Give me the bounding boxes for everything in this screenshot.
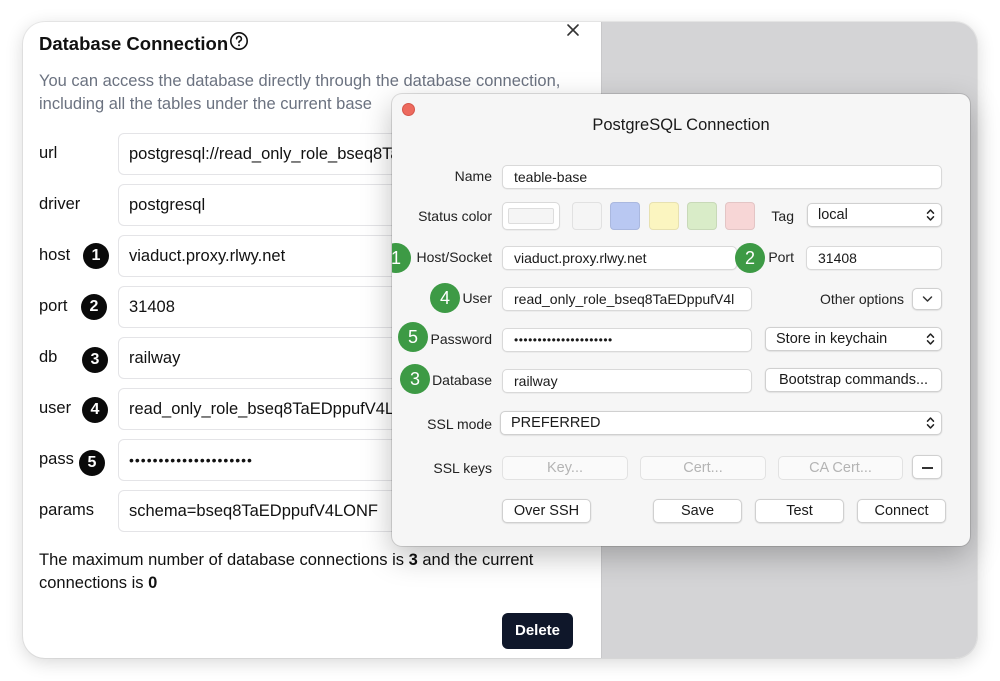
step-badge-2: 2 <box>81 294 107 320</box>
connect-button[interactable]: Connect <box>857 499 946 523</box>
pass-label: pass <box>39 450 74 468</box>
tag-select-value: local <box>818 207 848 223</box>
step-badge-3: 3 <box>82 347 108 373</box>
user-label: User <box>462 290 492 306</box>
current-connections-value: 0 <box>148 574 158 592</box>
up-down-chevron-icon <box>926 209 935 221</box>
db-label: db <box>39 348 58 366</box>
step-badge-4: 4 <box>82 397 108 423</box>
keychain-select-value: Store in keychain <box>776 331 888 347</box>
color-swatch-gray[interactable] <box>572 202 602 230</box>
driver-field[interactable]: postgresql <box>118 184 418 226</box>
over-ssh-button[interactable]: Over SSH <box>502 499 591 523</box>
tag-select[interactable]: local <box>807 203 942 227</box>
dialog-title: PostgreSQL Connection <box>592 116 770 134</box>
ssl-mode-select-value: PREFERRED <box>511 415 601 431</box>
pass-field[interactable]: ••••••••••••••••••••• <box>118 439 418 481</box>
database-label: Database <box>432 372 492 388</box>
step-badge-green-2: 2 <box>735 243 765 273</box>
user-input[interactable]: read_only_role_bseq8TaEDppufV4l <box>502 287 752 311</box>
max-connections-value: 3 <box>408 551 418 569</box>
delete-button[interactable]: Delete <box>502 613 573 649</box>
test-button[interactable]: Test <box>755 499 844 523</box>
save-button[interactable]: Save <box>653 499 742 523</box>
bootstrap-commands-button[interactable]: Bootstrap commands... <box>765 368 942 392</box>
db-field[interactable]: railway <box>118 337 418 379</box>
ssl-key-button[interactable]: Key... <box>502 456 628 480</box>
minus-icon <box>922 467 933 469</box>
database-input[interactable]: railway <box>502 369 752 393</box>
color-swatch-red[interactable] <box>725 202 755 230</box>
panel-title: Database Connection <box>39 33 229 54</box>
host-field[interactable]: viaduct.proxy.rlwy.net <box>118 235 418 277</box>
url-field[interactable]: postgresql://read_only_role_bseq8TaEDppu… <box>118 133 418 175</box>
remove-ssl-keys-button[interactable] <box>912 455 942 479</box>
ssl-mode-select[interactable]: PREFERRED <box>500 411 942 435</box>
host-label: host <box>39 246 71 264</box>
ssl-keys-label: SSL keys <box>433 460 492 476</box>
port-label: port <box>39 297 68 315</box>
step-badge-green-1: 1 <box>392 243 411 273</box>
name-label: Name <box>454 168 492 184</box>
up-down-chevron-icon <box>926 417 935 429</box>
footer-prefix: The maximum number of database connectio… <box>39 551 409 569</box>
port-field[interactable]: 31408 <box>118 286 418 328</box>
ssl-ca-cert-button[interactable]: CA Cert... <box>778 456 903 480</box>
tag-label: Tag <box>771 208 794 224</box>
port-label: Port <box>768 249 794 265</box>
other-options-label: Other options <box>819 291 904 307</box>
params-field[interactable]: schema=bseq8TaEDppufV4LONF <box>118 490 418 532</box>
host-socket-input[interactable]: viaduct.proxy.rlwy.net <box>502 246 737 270</box>
params-label: params <box>39 501 95 519</box>
status-color-well[interactable] <box>502 202 560 230</box>
step-badge-1: 1 <box>83 243 109 269</box>
color-swatch-green[interactable] <box>687 202 717 230</box>
postgresql-connection-dialog: PostgreSQL Connection Name teable-base S… <box>392 94 970 546</box>
ssl-cert-button[interactable]: Cert... <box>640 456 766 480</box>
driver-label: driver <box>39 195 81 213</box>
help-circle-icon[interactable] <box>229 31 249 51</box>
password-input[interactable]: ••••••••••••••••••••• <box>502 328 752 352</box>
up-down-chevron-icon <box>926 333 935 345</box>
status-color-label: Status color <box>418 208 492 224</box>
port-input[interactable]: 31408 <box>806 246 942 270</box>
name-input[interactable]: teable-base <box>502 165 942 189</box>
host-socket-label: Host/Socket <box>416 249 492 265</box>
other-options-toggle[interactable] <box>912 288 942 310</box>
connection-limit-text: The maximum number of database connectio… <box>39 549 579 595</box>
color-swatch-blue[interactable] <box>610 202 640 230</box>
user-label: user <box>39 399 72 417</box>
color-swatch-yellow[interactable] <box>649 202 679 230</box>
password-label: Password <box>430 331 492 347</box>
close-window-button[interactable] <box>402 103 415 116</box>
keychain-select[interactable]: Store in keychain <box>765 327 942 351</box>
chevron-down-icon <box>922 296 933 302</box>
step-badge-5: 5 <box>79 450 105 476</box>
close-icon[interactable] <box>565 22 581 38</box>
url-label: url <box>39 144 58 162</box>
ssl-mode-label: SSL mode <box>427 416 492 432</box>
user-field[interactable]: read_only_role_bseq8TaEDppufV4LONF <box>118 388 418 430</box>
